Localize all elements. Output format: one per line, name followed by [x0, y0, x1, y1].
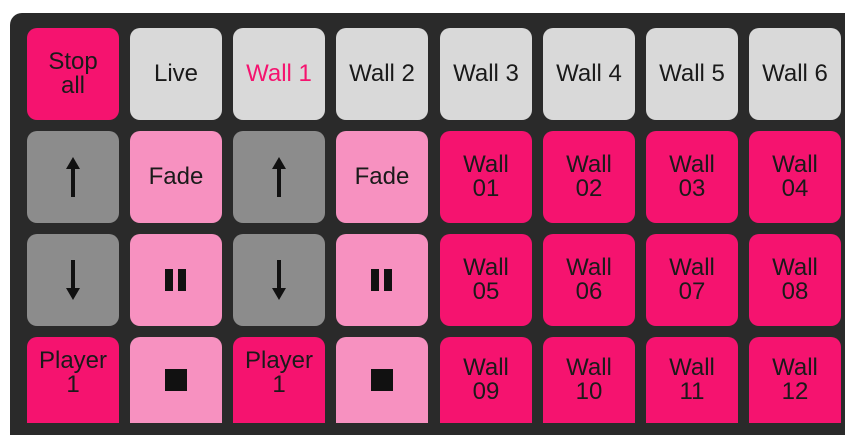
wall-02-label-line1: Wall — [566, 151, 612, 178]
wall-12-label-line1: Wall — [772, 354, 818, 381]
wall-07-label-line2: 07 — [678, 278, 706, 305]
stop-icon — [165, 369, 187, 391]
wall-05-label-line2: 05 — [472, 278, 500, 305]
player-2-pause-button[interactable] — [336, 234, 428, 326]
player-1-label-line2: 1 — [66, 371, 80, 398]
pause-icon — [165, 269, 186, 291]
wall-12-label-line2: 12 — [781, 378, 809, 405]
player-2-label-line1: Player — [244, 347, 314, 374]
stop-all-label-line1: Stop — [48, 48, 98, 75]
wall-09-label-line2: 09 — [472, 378, 500, 405]
wall-06-button[interactable]: Wall 06 — [543, 234, 635, 326]
stop-icon — [371, 369, 393, 391]
arrow-down-icon — [272, 260, 286, 300]
player-1-up-button[interactable] — [27, 131, 119, 223]
wall-1-label: Wall 1 — [246, 60, 312, 87]
player-2-down-button[interactable] — [233, 234, 325, 326]
player-2-fade-button[interactable]: Fade — [336, 131, 428, 223]
wall-6-label: Wall 6 — [762, 60, 828, 87]
wall-11-label-line2: 11 — [679, 378, 705, 405]
pause-icon — [371, 269, 392, 291]
fade-label: Fade — [148, 163, 204, 190]
player-1-fade-button[interactable]: Fade — [130, 131, 222, 223]
wall-06-label-line2: 06 — [575, 278, 603, 305]
wall-03-label-line1: Wall — [669, 151, 715, 178]
wall-09-label-line1: Wall — [463, 354, 509, 381]
wall-07-label-line1: Wall — [669, 254, 715, 281]
wall-01-button[interactable]: Wall 01 — [440, 131, 532, 223]
launch-pad-panel: Stop all Live Wall 1 Wall 2 Wall 3 Wall … — [10, 13, 845, 435]
wall-10-button[interactable]: Wall 10 — [543, 337, 635, 423]
wall-07-button[interactable]: Wall 07 — [646, 234, 738, 326]
wall-05-button[interactable]: Wall 05 — [440, 234, 532, 326]
player-1-stop-button[interactable] — [130, 337, 222, 423]
wall-03-label-line2: 03 — [678, 175, 706, 202]
wall-02-label-line2: 02 — [575, 175, 603, 202]
wall-11-button[interactable]: Wall 11 — [646, 337, 738, 423]
wall-5-label: Wall 5 — [659, 60, 725, 87]
stop-all-button[interactable]: Stop all — [27, 28, 119, 120]
wall-08-label-line1: Wall — [772, 254, 818, 281]
wall-2-label: Wall 2 — [349, 60, 415, 87]
stop-all-label-line2: all — [60, 72, 85, 99]
player-2-button[interactable]: Player 1 — [233, 337, 325, 423]
arrow-down-icon — [66, 260, 80, 300]
player-1-button[interactable]: Player 1 — [27, 337, 119, 423]
player-1-pause-button[interactable] — [130, 234, 222, 326]
wall-5-tab[interactable]: Wall 5 — [646, 28, 738, 120]
wall-04-button[interactable]: Wall 04 — [749, 131, 841, 223]
wall-11-label-line1: Wall — [669, 354, 715, 381]
wall-02-button[interactable]: Wall 02 — [543, 131, 635, 223]
wall-1-tab[interactable]: Wall 1 — [233, 28, 325, 120]
arrow-up-icon — [272, 157, 286, 197]
player-2-stop-button[interactable] — [336, 337, 428, 423]
wall-04-label-line2: 04 — [781, 175, 809, 202]
wall-01-label-line1: Wall — [463, 151, 509, 178]
wall-10-label-line1: Wall — [566, 354, 612, 381]
wall-04-label-line1: Wall — [772, 151, 818, 178]
wall-08-label-line2: 08 — [781, 278, 809, 305]
wall-3-tab[interactable]: Wall 3 — [440, 28, 532, 120]
player-1-down-button[interactable] — [27, 234, 119, 326]
wall-2-tab[interactable]: Wall 2 — [336, 28, 428, 120]
live-button[interactable]: Live — [130, 28, 222, 120]
wall-03-button[interactable]: Wall 03 — [646, 131, 738, 223]
arrow-up-icon — [66, 157, 80, 197]
player-2-up-button[interactable] — [233, 131, 325, 223]
wall-01-label-line2: 01 — [472, 175, 500, 202]
live-label: Live — [153, 60, 199, 87]
wall-6-tab[interactable]: Wall 6 — [749, 28, 841, 120]
wall-3-label: Wall 3 — [453, 60, 519, 87]
wall-10-label-line2: 10 — [575, 378, 603, 405]
wall-09-button[interactable]: Wall 09 — [440, 337, 532, 423]
wall-12-button[interactable]: Wall 12 — [749, 337, 841, 423]
player-1-label-line1: Player — [38, 347, 108, 374]
wall-4-tab[interactable]: Wall 4 — [543, 28, 635, 120]
player-2-label-line2: 1 — [272, 371, 286, 398]
wall-05-label-line1: Wall — [463, 254, 509, 281]
wall-4-label: Wall 4 — [556, 60, 622, 87]
wall-06-label-line1: Wall — [566, 254, 612, 281]
wall-08-button[interactable]: Wall 08 — [749, 234, 841, 326]
fade-label: Fade — [354, 163, 410, 190]
